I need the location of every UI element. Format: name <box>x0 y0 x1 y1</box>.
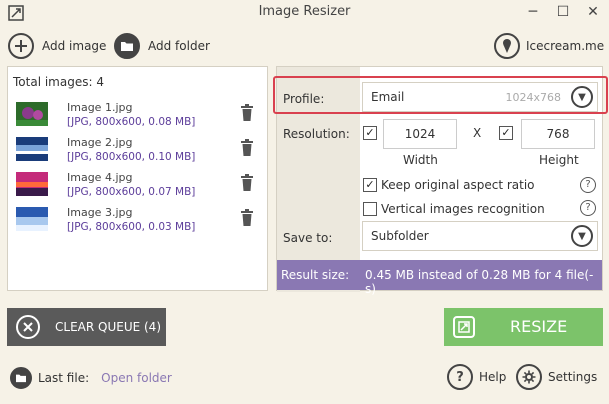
add-image-label: Add image <box>42 39 107 53</box>
result-size-value: 0.45 MB instead of 0.28 MB for 4 file(-s… <box>365 268 594 296</box>
width-label: Width <box>403 153 438 167</box>
dimension-separator: X <box>473 126 482 140</box>
vertical-recognition-checkbox[interactable] <box>363 202 377 216</box>
profile-highlight-frame <box>273 76 608 114</box>
file-row[interactable]: Image 4.jpg [JPG, 800x600, 0.07 MB] <box>13 169 263 203</box>
settings-panel: Profile: Email 1024x768 ▼ Resolution: ✓ … <box>273 66 608 296</box>
file-queue-panel: Total images: 4 Image 1.jpg [JPG, 800x60… <box>7 66 268 291</box>
last-file-label: Last file: <box>38 371 90 385</box>
total-images-label: Total images: 4 <box>13 75 104 89</box>
folder-icon <box>10 367 32 389</box>
settings-button[interactable]: Settings <box>516 364 597 390</box>
brand-link[interactable]: Icecream.me <box>494 32 604 60</box>
folder-icon <box>114 33 140 59</box>
help-button[interactable]: ? Help <box>447 364 506 390</box>
aspect-help-icon[interactable]: ? <box>580 177 596 193</box>
file-row[interactable]: Image 2.jpg [JPG, 800x600, 0.10 MB] <box>13 134 263 168</box>
brand-label: Icecream.me <box>526 39 605 53</box>
thumbnail <box>16 137 48 161</box>
chevron-down-icon: ▼ <box>571 225 593 247</box>
resize-label: RESIZE <box>510 317 568 336</box>
trash-icon[interactable] <box>240 104 254 122</box>
file-name: Image 3.jpg <box>67 206 133 219</box>
clear-queue-button[interactable]: CLEAR QUEUE (4) <box>7 308 166 346</box>
minimize-button[interactable]: ─ <box>518 0 548 26</box>
title-bar: Image Resizer ─ ☐ ✕ <box>0 0 609 26</box>
width-checkbox[interactable]: ✓ <box>363 126 377 140</box>
file-meta: [JPG, 800x600, 0.07 MB] <box>67 186 196 198</box>
add-folder-label: Add folder <box>148 39 210 53</box>
result-size-label: Result size: <box>281 268 350 282</box>
vertical-recognition-label: Vertical images recognition <box>381 202 545 216</box>
plus-icon <box>8 33 34 59</box>
last-file-area: Last file: Open folder <box>10 367 172 389</box>
save-to-label: Save to: <box>283 231 333 245</box>
maximize-button[interactable]: ☐ <box>548 0 578 26</box>
trash-icon[interactable] <box>240 174 254 192</box>
width-input[interactable]: 1024 <box>383 119 457 149</box>
open-folder-link[interactable]: Open folder <box>101 371 172 385</box>
file-row[interactable]: Image 3.jpg [JPG, 800x600, 0.03 MB] <box>13 204 263 238</box>
height-label: Height <box>539 153 579 167</box>
add-folder-button[interactable]: Add folder <box>114 32 210 60</box>
vertical-help-icon[interactable]: ? <box>580 200 596 216</box>
file-meta: [JPG, 800x600, 0.03 MB] <box>67 221 196 233</box>
file-meta: [JPG, 800x600, 0.08 MB] <box>67 116 196 128</box>
save-to-select[interactable]: Subfolder ▼ <box>362 221 598 251</box>
file-name: Image 4.jpg <box>67 171 133 184</box>
gear-icon <box>516 364 542 390</box>
result-size-bar: Result size: 0.45 MB instead of 0.28 MB … <box>277 260 602 296</box>
help-label: Help <box>479 370 507 384</box>
height-checkbox[interactable]: ✓ <box>499 126 513 140</box>
file-name: Image 1.jpg <box>67 101 133 114</box>
clear-icon <box>16 315 40 339</box>
resize-button[interactable]: RESIZE <box>444 308 603 346</box>
thumbnail <box>16 102 48 126</box>
resize-icon <box>453 316 475 338</box>
help-icon: ? <box>447 364 473 390</box>
clear-queue-label: CLEAR QUEUE (4) <box>55 320 161 334</box>
add-image-button[interactable]: Add image <box>8 32 106 60</box>
file-row[interactable]: Image 1.jpg [JPG, 800x600, 0.08 MB] <box>13 99 263 133</box>
thumbnail <box>16 172 48 196</box>
file-meta: [JPG, 800x600, 0.10 MB] <box>67 151 196 163</box>
save-to-value: Subfolder <box>371 229 429 243</box>
resolution-label: Resolution: <box>283 127 350 141</box>
thumbnail <box>16 207 48 231</box>
keep-aspect-label: Keep original aspect ratio <box>381 178 535 192</box>
settings-label: Settings <box>548 370 598 384</box>
trash-icon[interactable] <box>240 139 254 157</box>
file-name: Image 2.jpg <box>67 136 133 149</box>
height-input[interactable]: 768 <box>521 119 595 149</box>
close-button[interactable]: ✕ <box>578 0 608 26</box>
icecream-icon <box>494 33 520 59</box>
keep-aspect-checkbox[interactable]: ✓ <box>363 178 377 192</box>
trash-icon[interactable] <box>240 209 254 227</box>
